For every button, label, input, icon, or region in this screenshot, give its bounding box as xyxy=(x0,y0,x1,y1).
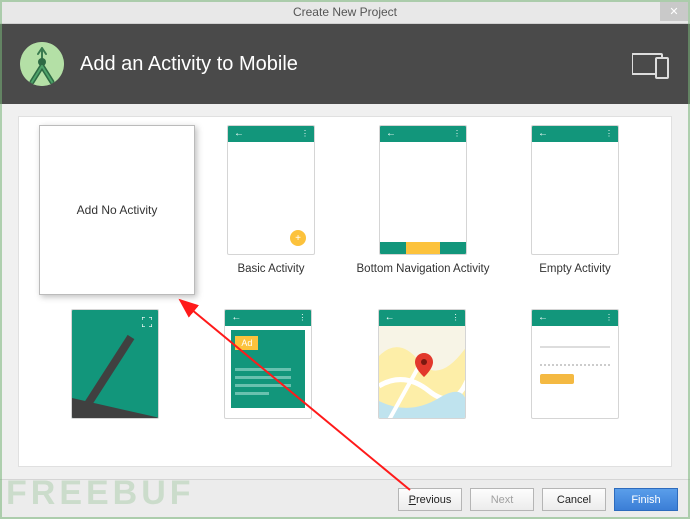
overflow-icon: ⋮ xyxy=(605,314,612,322)
template-thumb: Add No Activity xyxy=(39,125,195,295)
template-empty-activity[interactable]: ← ⋮ Empty Activity xyxy=(499,125,651,275)
template-thumb: ← ⋮ xyxy=(378,309,466,419)
wizard-header: Add an Activity to Mobile xyxy=(0,24,690,104)
back-arrow-icon: ← xyxy=(538,313,548,323)
back-arrow-icon: ← xyxy=(386,129,396,139)
template-label: Bottom Navigation Activity xyxy=(357,263,490,275)
page-title: Add an Activity to Mobile xyxy=(80,53,298,76)
template-thumb: ← ⋮ xyxy=(531,125,619,255)
bottom-nav-icon xyxy=(380,242,466,254)
android-studio-icon xyxy=(20,42,64,86)
finish-button[interactable]: Finish xyxy=(614,488,678,511)
appbar-icon: ← ⋮ xyxy=(225,310,311,326)
template-thumb: ← ⋮ Ad xyxy=(224,309,312,419)
template-fullscreen-activity[interactable] xyxy=(39,309,191,419)
close-icon[interactable]: ✕ xyxy=(660,2,688,21)
wizard-footer: Previous Next Cancel Finish xyxy=(0,479,690,519)
template-thumb: ← ⋮ xyxy=(531,309,619,419)
gallery-row: Add No Activity ← ⋮ + Basic Activity ← xyxy=(39,125,651,303)
template-add-no-activity[interactable]: Add No Activity xyxy=(39,125,195,303)
template-label: Empty Activity xyxy=(539,263,611,275)
template-login-activity[interactable]: ← ⋮ xyxy=(499,309,651,419)
overflow-icon: ⋮ xyxy=(605,130,612,138)
overflow-icon: ⋮ xyxy=(301,130,308,138)
appbar-icon: ← ⋮ xyxy=(228,126,314,142)
cancel-button[interactable]: Cancel xyxy=(542,488,606,511)
previous-button[interactable]: Previous xyxy=(398,488,462,511)
back-arrow-icon: ← xyxy=(538,129,548,139)
template-thumb xyxy=(71,309,159,419)
template-ad-activity[interactable]: ← ⋮ Ad xyxy=(192,309,344,419)
content-area: Add No Activity ← ⋮ + Basic Activity ← xyxy=(0,104,690,479)
next-button: Next xyxy=(470,488,534,511)
appbar-icon: ← ⋮ xyxy=(532,310,618,326)
template-bottom-navigation[interactable]: ← ⋮ Bottom Navigation Activity xyxy=(347,125,499,275)
map-pin-icon xyxy=(415,353,433,380)
template-basic-activity[interactable]: ← ⋮ + Basic Activity xyxy=(195,125,347,275)
titlebar: Create New Project ✕ xyxy=(0,0,690,24)
fab-icon: + xyxy=(290,230,306,246)
appbar-icon: ← ⋮ xyxy=(532,126,618,142)
back-arrow-icon: ← xyxy=(234,129,244,139)
overflow-icon: ⋮ xyxy=(453,130,460,138)
overflow-icon: ⋮ xyxy=(452,314,459,322)
ad-badge: Ad xyxy=(235,336,258,350)
template-label: Basic Activity xyxy=(237,263,304,275)
template-map-activity[interactable]: ← ⋮ xyxy=(346,309,498,419)
appbar-icon: ← ⋮ xyxy=(380,126,466,142)
overflow-icon: ⋮ xyxy=(298,314,305,322)
template-thumb: ← ⋮ xyxy=(379,125,467,255)
template-thumb: ← ⋮ + xyxy=(227,125,315,255)
appbar-icon: ← ⋮ xyxy=(379,310,465,326)
activity-gallery[interactable]: Add No Activity ← ⋮ + Basic Activity ← xyxy=(18,116,672,467)
window-title: Create New Project xyxy=(293,5,397,19)
back-arrow-icon: ← xyxy=(385,313,395,323)
gallery-row: ← ⋮ Ad ← ⋮ xyxy=(39,309,651,419)
back-arrow-icon: ← xyxy=(231,313,241,323)
device-icon xyxy=(632,52,670,80)
expand-icon xyxy=(142,316,152,326)
